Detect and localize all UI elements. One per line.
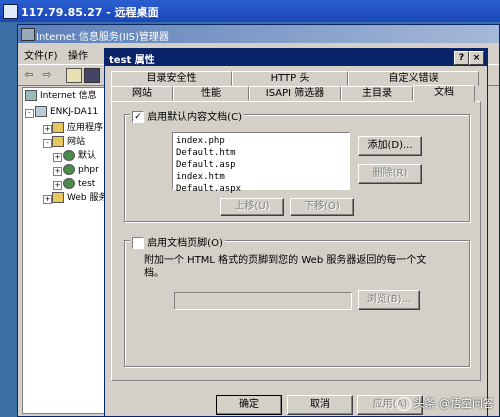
tree-item-iis-root[interactable]: Internet 信息 bbox=[25, 90, 97, 102]
tab-custom-errors[interactable]: 自定义错误 bbox=[348, 71, 479, 86]
close-button[interactable]: × bbox=[469, 51, 484, 65]
watermark-text: 头条 @悟空问答 bbox=[413, 397, 495, 410]
move-up-button[interactable]: 上移(U) bbox=[220, 198, 284, 216]
list-item[interactable]: index.htm bbox=[176, 171, 346, 183]
iis-icon bbox=[21, 28, 35, 41]
default-doc-list[interactable]: index.php Default.htm Default.asp index.… bbox=[172, 132, 350, 194]
folder-icon bbox=[52, 192, 64, 203]
wukong-logo-icon bbox=[396, 397, 411, 411]
tree-label: test bbox=[78, 179, 96, 189]
tree-label: 默认 bbox=[78, 151, 97, 161]
footer-description: 附加一个 HTML 格式的页脚到您的 Web 服务器返回的每一个文档。 bbox=[144, 255, 427, 279]
enable-default-doc-checkbox[interactable]: ✓ bbox=[132, 111, 144, 123]
ok-button[interactable]: 确定 bbox=[216, 395, 282, 415]
add-button[interactable]: 添加(D)... bbox=[358, 136, 422, 156]
tab-performance[interactable]: 性能 bbox=[173, 86, 249, 101]
iis-titlebar: Internet 信息服务(IIS)管理器 bbox=[18, 25, 499, 43]
help-button[interactable]: ? bbox=[454, 51, 469, 65]
console-tree: Internet 信息 - ENKJ-DA11 + 应用程序 - 网站 + 默认… bbox=[22, 87, 106, 414]
globe-icon bbox=[63, 150, 75, 161]
tab-isapi-filters[interactable]: ISAPI 筛选器 bbox=[249, 86, 341, 101]
console-tree-icon[interactable] bbox=[84, 68, 100, 83]
expand-icon[interactable]: + bbox=[43, 195, 52, 204]
tree-label: Internet 信息 bbox=[40, 91, 97, 101]
tab-website[interactable]: 网站 bbox=[111, 86, 173, 101]
enable-footer-checkbox[interactable] bbox=[132, 237, 144, 249]
tree-item-server[interactable]: ENKJ-DA11 bbox=[35, 106, 98, 118]
enable-default-doc-label[interactable]: 启用默认内容文档(C) bbox=[147, 112, 242, 123]
computer-icon bbox=[25, 90, 37, 101]
collapse-icon[interactable]: - bbox=[43, 139, 52, 148]
footer-path-field[interactable] bbox=[174, 292, 352, 310]
list-item[interactable]: Default.htm bbox=[176, 147, 346, 159]
tab-home-directory[interactable]: 主目录 bbox=[341, 86, 413, 101]
tree-item-websites[interactable]: 网站 bbox=[52, 136, 85, 148]
desktop-background bbox=[0, 22, 17, 417]
folder-icon bbox=[52, 136, 64, 147]
browse-button[interactable]: 浏览(B)... bbox=[358, 290, 420, 310]
tree-label: ENKJ-DA11 bbox=[50, 107, 99, 117]
expand-icon[interactable]: + bbox=[53, 153, 62, 162]
move-down-button[interactable]: 下移(O) bbox=[290, 198, 354, 216]
globe-icon bbox=[63, 164, 75, 175]
server-icon bbox=[35, 106, 47, 117]
back-arrow-icon[interactable]: ⇦ bbox=[22, 68, 36, 81]
tree-item-php-site[interactable]: phpr bbox=[63, 164, 99, 176]
dialog-titlebar: test 属性 ? × bbox=[105, 49, 487, 66]
list-item[interactable]: Default.asp bbox=[176, 159, 346, 171]
expand-icon[interactable]: + bbox=[53, 167, 62, 176]
expand-icon[interactable]: + bbox=[43, 125, 52, 134]
enable-footer-label[interactable]: 启用文档页脚(O) bbox=[147, 238, 223, 249]
footer-group-header: 启用文档页脚(O) bbox=[130, 234, 225, 249]
menu-file[interactable]: 文件(F) bbox=[24, 47, 58, 62]
properties-dialog: test 属性 ? × 目录安全性 HTTP 头 自定义错误 网站 性能 ISA… bbox=[104, 48, 488, 417]
tree-label: phpr bbox=[78, 165, 99, 175]
tab-documents[interactable]: 文档 bbox=[413, 85, 475, 102]
up-folder-icon[interactable] bbox=[66, 68, 82, 83]
remote-desktop-titlebar: 117.79.85.27 - 远程桌面 bbox=[0, 0, 500, 22]
remove-button[interactable]: 删除(R) bbox=[358, 164, 422, 184]
folder-icon bbox=[52, 122, 64, 133]
tree-item-test-site[interactable]: test bbox=[63, 178, 95, 190]
monitor-icon bbox=[3, 4, 18, 19]
tree-item-web-extensions[interactable]: Web 服务 bbox=[52, 192, 106, 204]
tree-label: 网站 bbox=[67, 137, 86, 147]
remote-desktop-title: 117.79.85.27 - 远程桌面 bbox=[21, 6, 159, 19]
tree-item-default-site[interactable]: 默认 bbox=[63, 150, 96, 162]
tab-directory-security[interactable]: 目录安全性 bbox=[111, 71, 232, 86]
iis-window-title: Internet 信息服务(IIS)管理器 bbox=[36, 32, 169, 43]
watermark: 头条 @悟空问答 bbox=[396, 395, 495, 411]
expand-icon[interactable]: + bbox=[53, 181, 62, 190]
menu-action[interactable]: 操作 bbox=[68, 47, 88, 62]
tree-item-app-pools[interactable]: 应用程序 bbox=[52, 122, 103, 134]
globe-icon bbox=[63, 178, 75, 189]
documents-panel: ✓ 启用默认内容文档(C) index.php Default.htm Defa… bbox=[111, 101, 481, 381]
tree-label: Web 服务 bbox=[67, 193, 106, 203]
dialog-title: test 属性 bbox=[109, 55, 155, 66]
tab-http-headers[interactable]: HTTP 头 bbox=[232, 71, 348, 86]
cancel-button[interactable]: 取消 bbox=[287, 395, 353, 415]
tree-label: 应用程序 bbox=[67, 123, 104, 133]
list-item[interactable]: index.php bbox=[176, 135, 346, 147]
forward-arrow-icon[interactable]: ⇨ bbox=[40, 68, 54, 81]
list-item[interactable]: Default.aspx bbox=[176, 183, 346, 195]
expand-icon[interactable]: - bbox=[25, 109, 34, 118]
default-content-group-header: ✓ 启用默认内容文档(C) bbox=[130, 108, 244, 123]
